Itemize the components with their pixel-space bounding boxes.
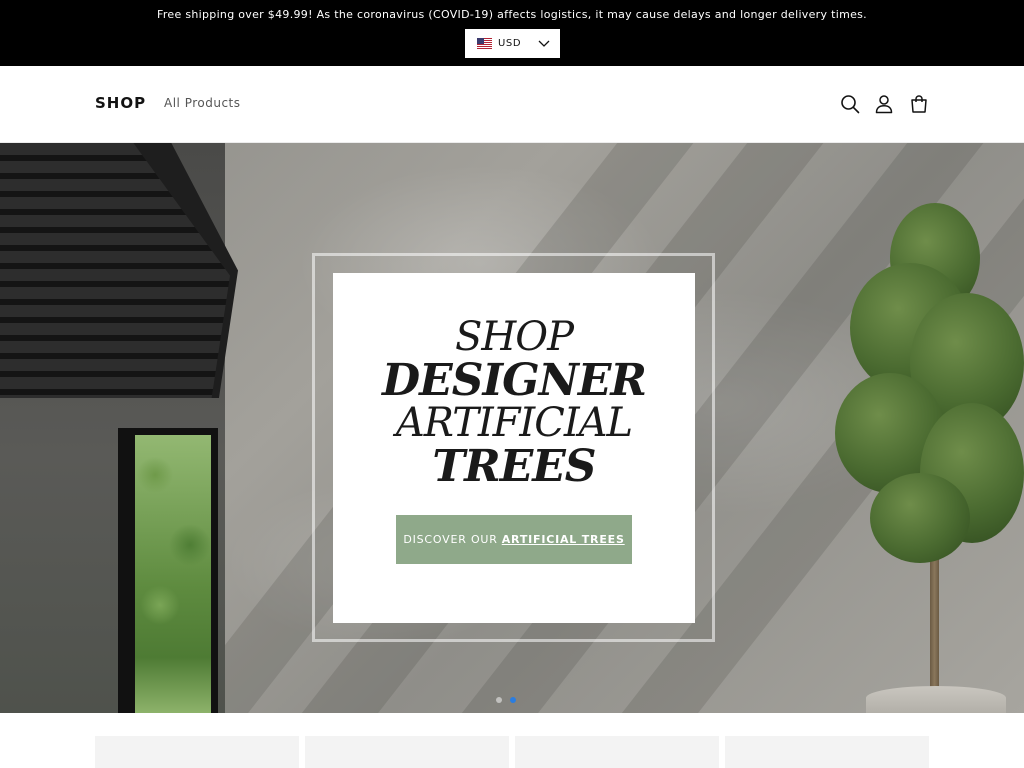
- slider-dots: [496, 697, 516, 703]
- hero-banner: SHOP DESIGNER ARTIFICIAL TREES DISCOVER …: [0, 143, 1024, 713]
- tree-foliage: [870, 473, 970, 563]
- site-logo[interactable]: SHOP: [95, 94, 146, 112]
- promo-card: SHOP DESIGNER ARTIFICIAL TREES DISCOVER …: [333, 273, 695, 623]
- announcement-text: Free shipping over $49.99! As the corona…: [157, 8, 867, 21]
- cart-icon: [911, 95, 927, 113]
- product-card[interactable]: [305, 736, 509, 768]
- search-icon: [841, 95, 860, 114]
- account-icon: [875, 95, 893, 114]
- currency-label: USD: [498, 38, 522, 49]
- search-button[interactable]: [839, 93, 861, 115]
- slide-dot-1[interactable]: [496, 697, 502, 703]
- product-card[interactable]: [725, 736, 929, 768]
- headline-line: DESIGNER: [382, 355, 647, 406]
- slide-dot-2[interactable]: [510, 697, 516, 703]
- cta-emphasis: ARTIFICIAL TREES: [501, 533, 625, 546]
- product-card[interactable]: [95, 736, 299, 768]
- headline-line: SHOP: [455, 314, 574, 360]
- site-header: SHOP All Products: [0, 66, 1024, 143]
- window-garden-view: [135, 435, 211, 713]
- nav-link-all-products[interactable]: All Products: [164, 96, 241, 110]
- chevron-down-icon: [538, 40, 550, 47]
- headline-line: TREES: [432, 441, 596, 492]
- account-button[interactable]: [873, 93, 895, 115]
- us-flag-icon: [477, 38, 492, 49]
- planter-pot: [866, 686, 1006, 713]
- product-card[interactable]: [515, 736, 719, 768]
- currency-selector[interactable]: USD: [465, 29, 560, 58]
- cart-button[interactable]: [908, 93, 930, 115]
- hero-headline: SHOP DESIGNER ARTIFICIAL TREES: [333, 317, 695, 489]
- cta-prefix: DISCOVER OUR: [403, 533, 498, 546]
- discover-trees-button[interactable]: DISCOVER OUR ARTIFICIAL TREES: [396, 515, 632, 564]
- announcement-bar: Free shipping over $49.99! As the corona…: [0, 0, 1024, 66]
- headline-line: ARTIFICIAL: [395, 400, 633, 446]
